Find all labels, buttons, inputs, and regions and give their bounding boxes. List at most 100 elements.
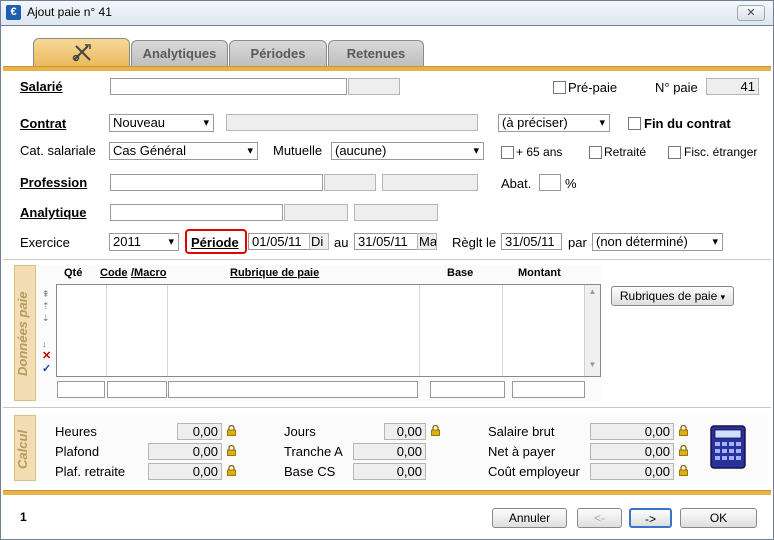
plaf-retraite-label: Plaf. retraite: [55, 464, 126, 479]
edit-code-input[interactable]: [107, 381, 167, 398]
net-payer-value: 0,00: [590, 443, 674, 460]
periode-from-day: Di: [309, 233, 329, 250]
edit-base-input[interactable]: [430, 381, 505, 398]
analytique-label: Analytique: [20, 205, 87, 220]
reglt-par-label: par: [568, 235, 587, 250]
exercice-select[interactable]: 2011: [109, 233, 179, 251]
fisc-etranger-checkbox[interactable]: [668, 146, 681, 159]
base-cs-label: Base CS: [284, 464, 336, 479]
salarie-input[interactable]: [110, 78, 347, 95]
contrat-select[interactable]: Nouveau: [109, 114, 214, 132]
header-rubrique: Rubrique de paie: [230, 267, 320, 279]
periode-to-input[interactable]: 31/05/11: [354, 233, 418, 250]
contrat-label: Contrat: [20, 116, 67, 131]
cout-employeur-label: Coût employeur: [488, 464, 580, 479]
profession-code-field: [324, 174, 376, 191]
page-number: 1: [20, 510, 27, 524]
lock-icon: [227, 425, 236, 436]
reglt-mode-select[interactable]: (non déterminé): [592, 233, 723, 251]
abat-input[interactable]: [539, 174, 561, 191]
numero-paie-field: 41: [706, 78, 759, 95]
cat-salariale-label: Cat. salariale: [20, 143, 96, 158]
title-bar: [0, 0, 774, 26]
cat-salariale-select[interactable]: Cas Général: [109, 142, 258, 160]
profession-input[interactable]: [110, 174, 323, 191]
move-down-icon[interactable]: ⇣: [42, 314, 50, 323]
tab-periodes[interactable]: Périodes: [229, 40, 327, 67]
tools-icon: [72, 44, 91, 62]
header-qte: Qté: [64, 267, 83, 279]
retraite-checkbox[interactable]: [589, 146, 602, 159]
abat-unit: %: [565, 176, 577, 191]
edit-montant-input[interactable]: [512, 381, 585, 398]
salaire-brut-label: Salaire brut: [488, 424, 555, 439]
grid-scrollbar[interactable]: ▲ ▼: [584, 285, 600, 376]
prepaie-label: Pré-paie: [568, 80, 618, 95]
separator: [3, 259, 771, 260]
lock-icon: [679, 465, 688, 476]
donnees-paie-side-panel: Données paie: [14, 265, 36, 401]
periode-from-input[interactable]: 01/05/11: [248, 233, 310, 250]
close-window-button[interactable]: ✕: [737, 5, 765, 21]
rubriques-grid[interactable]: ▲ ▼: [56, 284, 601, 377]
lock-icon: [227, 445, 236, 456]
analytique-input[interactable]: [110, 204, 283, 221]
salaire-brut-value: 0,00: [590, 423, 674, 440]
plus65-label: + 65 ans: [516, 145, 563, 159]
heures-value: 0,00: [177, 423, 222, 440]
fin-contrat-checkbox[interactable]: [628, 117, 641, 130]
tab-retenues[interactable]: Retenues: [328, 40, 424, 67]
move-up-icon[interactable]: ⇞: [42, 290, 50, 299]
rubriques-de-paie-button[interactable]: Rubriques de paie ▾: [611, 286, 734, 306]
plus65-checkbox[interactable]: [501, 146, 514, 159]
calculator-icon[interactable]: [710, 425, 746, 469]
reglt-label: Règlt le: [452, 235, 497, 250]
numero-paie-label: N° paie: [655, 80, 698, 95]
analytique-extra-field: [354, 204, 438, 221]
edit-qte-input[interactable]: [57, 381, 105, 398]
delete-row-icon[interactable]: ✕: [42, 351, 51, 362]
lock-icon: [679, 425, 688, 436]
dropdown-arrow-icon: ▾: [720, 292, 726, 302]
reglt-date-input[interactable]: 31/05/11: [501, 233, 562, 250]
ok-button[interactable]: OK: [680, 508, 757, 528]
plafond-label: Plafond: [55, 444, 100, 459]
plaf-retraite-value: 0,00: [148, 463, 222, 480]
cout-employeur-value: 0,00: [590, 463, 674, 480]
net-payer-label: Net à payer: [488, 444, 556, 459]
base-cs-value: 0,00: [353, 463, 426, 480]
tab-general[interactable]: [33, 38, 130, 67]
move-up-one-icon[interactable]: ⇡: [42, 302, 50, 311]
retraite-label: Retraité: [604, 145, 647, 159]
fisc-etranger-label: Fisc. étranger: [684, 145, 758, 159]
annuler-button[interactable]: Annuler: [492, 508, 567, 528]
abat-label: Abat.: [501, 176, 532, 191]
tranche-a-label: Tranche A: [284, 444, 343, 459]
lock-icon: [679, 445, 688, 456]
lock-icon: [431, 425, 440, 436]
prepaie-checkbox[interactable]: [553, 81, 566, 94]
contrat-detail-field: [226, 114, 478, 131]
app-euro-icon: €: [6, 5, 21, 20]
edit-rubrique-input[interactable]: [168, 381, 418, 398]
donnees-paie-label: Données paie: [15, 291, 30, 377]
mutuelle-select[interactable]: (aucune): [331, 142, 484, 160]
periode-au-label: au: [334, 235, 349, 250]
rubriques-button-label: Rubriques de paie: [619, 289, 718, 303]
periode-label[interactable]: Période: [191, 235, 239, 250]
window-title: Ajout paie n° 41: [27, 5, 112, 19]
lock-icon: [227, 465, 236, 476]
periode-to-day: Ma: [417, 233, 437, 250]
tab-analytiques[interactable]: Analytiques: [131, 40, 228, 67]
header-base: Base: [447, 267, 474, 279]
tab-underline: [3, 66, 771, 71]
profession-label: Profession: [20, 175, 88, 190]
move-down-one-icon[interactable]: ↓: [42, 340, 47, 349]
next-button[interactable]: ->: [629, 508, 672, 528]
mutuelle-label: Mutuelle: [273, 143, 323, 158]
header-montant: Montant: [518, 267, 561, 279]
validate-row-icon[interactable]: ✓: [42, 364, 51, 375]
previous-button[interactable]: <-: [577, 508, 622, 528]
calcul-label: Calcul: [15, 429, 30, 469]
contrat-type-select[interactable]: (à préciser): [498, 114, 610, 132]
